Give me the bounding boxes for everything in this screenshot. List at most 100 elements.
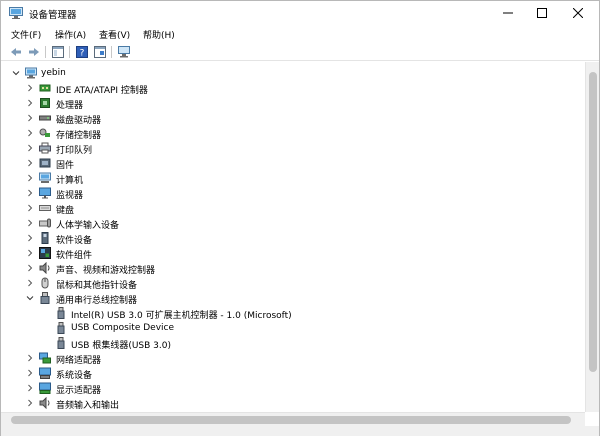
tree-category[interactable]: 监视器 (1, 186, 581, 201)
usb-device-icon (57, 307, 65, 319)
scan-hardware-button[interactable] (117, 45, 131, 59)
properties-button[interactable] (93, 45, 107, 59)
network-adapter-icon (39, 352, 51, 364)
chevron-right-icon[interactable] (25, 128, 35, 138)
tree-category-label: 磁盘驱动器 (56, 116, 102, 126)
show-hide-console-tree-button[interactable] (51, 45, 65, 59)
help-icon: ? (76, 46, 88, 58)
chevron-right-icon[interactable] (25, 113, 35, 123)
vertical-scrollbar-thumb[interactable] (589, 72, 597, 372)
tree-category[interactable]: 系统设备 (1, 366, 581, 381)
tree-category-label: 打印队列 (56, 146, 93, 156)
chevron-right-icon[interactable] (25, 353, 35, 363)
tree-category-label: 处理器 (56, 101, 84, 111)
menu-view[interactable]: 查看(V) (97, 27, 132, 42)
window-title: 设备管理器 (29, 10, 77, 21)
chevron-right-icon[interactable] (25, 188, 35, 198)
chevron-right-icon[interactable] (25, 83, 35, 93)
menu-help[interactable]: 帮助(H) (141, 27, 177, 42)
storage-controller-icon (39, 128, 50, 137)
back-button[interactable] (9, 45, 23, 59)
printer-icon (39, 142, 51, 154)
chevron-down-icon[interactable] (11, 68, 21, 78)
maximize-button[interactable] (525, 1, 559, 25)
maximize-icon (537, 8, 547, 18)
tree-category-expanded[interactable]: 通用串行总线控制器 (1, 291, 581, 306)
tree-category-label: 通用串行总线控制器 (56, 296, 138, 306)
tree-category-label: 软件设备 (56, 236, 93, 246)
tree-category[interactable]: 打印队列 (1, 141, 581, 156)
tree-category[interactable]: 软件组件 (1, 246, 581, 261)
chevron-right-icon[interactable] (25, 233, 35, 243)
svg-text:?: ? (80, 49, 85, 59)
console-tree-icon (52, 46, 64, 58)
software-device-icon (41, 232, 49, 244)
tree-category[interactable]: 音频输入和输出 (1, 396, 581, 411)
tree-category-label: 键盘 (56, 206, 75, 216)
tree-device[interactable]: Intel(R) USB 3.0 可扩展主机控制器 - 1.0 (Microso… (1, 306, 581, 321)
scan-hardware-icon (118, 46, 130, 58)
chevron-right-icon[interactable] (25, 383, 35, 393)
toolbar-separator (69, 46, 70, 58)
chevron-right-icon[interactable] (25, 173, 35, 183)
tree-category-label: 人体学输入设备 (56, 221, 120, 231)
tree-category[interactable]: 计算机 (1, 171, 581, 186)
firmware-icon (39, 158, 51, 168)
tree-category[interactable]: 存储控制器 (1, 126, 581, 141)
tree-category[interactable]: 鼠标和其他指针设备 (1, 276, 581, 291)
tree-category[interactable]: 磁盘驱动器 (1, 111, 581, 126)
chevron-right-icon[interactable] (25, 158, 35, 168)
toolbar-separator (111, 46, 112, 58)
tree-category[interactable]: 固件 (1, 156, 581, 171)
forward-button[interactable] (27, 45, 41, 59)
tree-category-label: 音频输入和输出 (56, 401, 120, 411)
tree-category[interactable]: 键盘 (1, 201, 581, 216)
tree-category[interactable]: 网络适配器 (1, 351, 581, 366)
tree-root-node[interactable]: yebin (1, 66, 581, 81)
chevron-right-icon[interactable] (25, 203, 35, 213)
keyboard-icon (39, 205, 51, 211)
minimize-button[interactable] (491, 1, 525, 25)
tree-category-label: 声音、视频和游戏控制器 (56, 266, 156, 276)
system-device-icon (39, 367, 51, 379)
chevron-right-icon[interactable] (25, 98, 35, 108)
close-button[interactable] (561, 1, 595, 25)
computer-icon (25, 67, 37, 79)
chevron-right-icon[interactable] (25, 143, 35, 153)
tree-device[interactable]: USB Composite Device (1, 321, 581, 336)
tree-category-label: 固件 (56, 161, 75, 171)
chevron-right-icon[interactable] (25, 368, 35, 378)
processor-icon (40, 98, 50, 108)
menu-file[interactable]: 文件(F) (9, 27, 43, 42)
title-bar[interactable]: 设备管理器 (1, 1, 599, 25)
tree-root-label: yebin (41, 68, 66, 78)
toolbar: ? (1, 43, 599, 61)
tree-category[interactable]: 处理器 (1, 96, 581, 111)
vertical-scrollbar[interactable] (585, 62, 599, 412)
tree-category[interactable]: 软件设备 (1, 231, 581, 246)
tree-category[interactable]: 人体学输入设备 (1, 216, 581, 231)
tree-category[interactable]: IDE ATA/ATAPI 控制器 (1, 81, 581, 96)
chevron-right-icon[interactable] (25, 398, 35, 408)
chevron-down-icon[interactable] (25, 293, 35, 303)
horizontal-scrollbar[interactable] (1, 412, 585, 426)
usb-icon (40, 292, 50, 304)
menu-action[interactable]: 操作(A) (53, 27, 88, 42)
help-button[interactable]: ? (75, 45, 89, 59)
chevron-right-icon[interactable] (25, 263, 35, 273)
tree-category[interactable]: 显示适配器 (1, 381, 581, 396)
horizontal-scrollbar-thumb[interactable] (11, 416, 571, 424)
tree-category-label: IDE ATA/ATAPI 控制器 (56, 86, 148, 96)
chevron-right-icon[interactable] (25, 218, 35, 228)
chevron-right-icon[interactable] (25, 248, 35, 258)
ide-controller-icon (39, 84, 51, 92)
tree-category[interactable]: 声音、视频和游戏控制器 (1, 261, 581, 276)
status-bar (1, 426, 599, 436)
tree-device[interactable]: USB 根集线器(USB 3.0) (1, 336, 581, 351)
disk-drive-icon (39, 115, 51, 121)
tree-category-label: 存储控制器 (56, 131, 102, 141)
back-arrow-icon (11, 48, 21, 56)
monitor-icon (39, 187, 51, 199)
tree-device-label: USB Composite Device (71, 323, 175, 333)
chevron-right-icon[interactable] (25, 278, 35, 288)
